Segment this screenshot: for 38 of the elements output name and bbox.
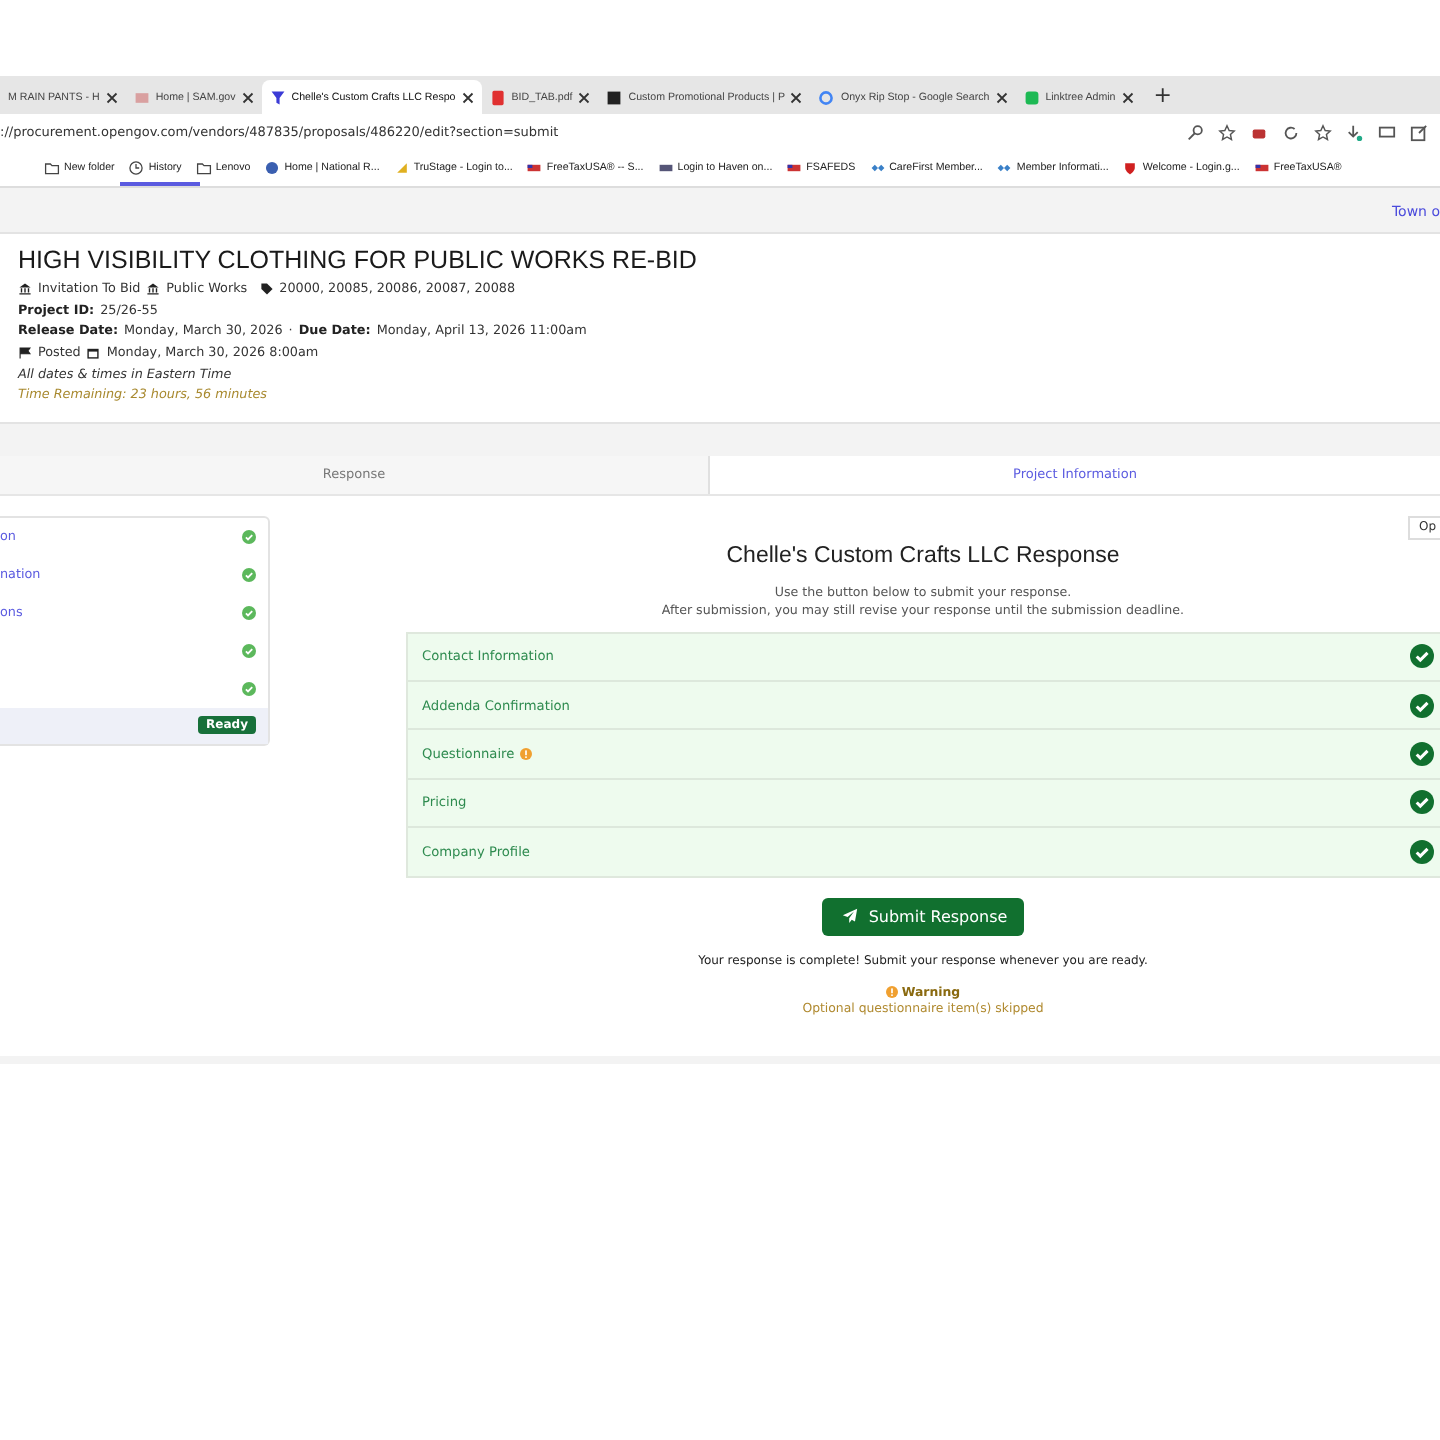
new-tab-button[interactable]: + [1141,82,1184,108]
close-icon[interactable] [105,91,118,103]
extension-icon[interactable] [1250,123,1268,141]
logo-icon [606,89,623,105]
star-icon[interactable] [1218,123,1236,141]
warning-icon [885,986,898,999]
logo-icon [657,160,674,176]
submit-button[interactable]: Submit Response [822,897,1024,936]
paper-plane-icon [842,908,859,925]
refresh-icon[interactable] [1282,123,1300,141]
project-title: HIGH VISIBILITY CLOTHING FOR PUBLIC WORKS RE-BID [18,246,699,274]
shield-icon [1122,160,1139,176]
favorites-icon[interactable] [1314,123,1332,141]
download-icon[interactable] [1346,123,1364,141]
pdf-icon [489,89,506,105]
funnel-icon [269,89,286,105]
calendar-icon [86,345,101,360]
close-icon[interactable] [461,91,474,103]
building-icon [18,281,32,296]
share-icon[interactable] [1410,123,1428,141]
response-heading: Chelle's Custom Crafts LLC Response [726,543,1120,568]
folder-icon [195,160,212,176]
globe-icon [264,160,281,176]
close-icon[interactable] [1121,91,1134,103]
clock-icon [128,160,145,176]
app-icon [1023,89,1040,105]
tags-icon [259,281,274,296]
building-icon [146,281,161,296]
folder-icon [44,160,60,176]
close-icon[interactable] [790,91,803,103]
screen-icon[interactable] [1378,123,1396,141]
google-icon [818,89,835,105]
close-icon[interactable] [241,91,254,103]
diamond-icon [996,160,1013,176]
close-icon[interactable] [578,91,591,103]
diamond-icon [869,160,886,176]
close-icon[interactable] [995,91,1008,103]
page-icon [393,160,410,176]
